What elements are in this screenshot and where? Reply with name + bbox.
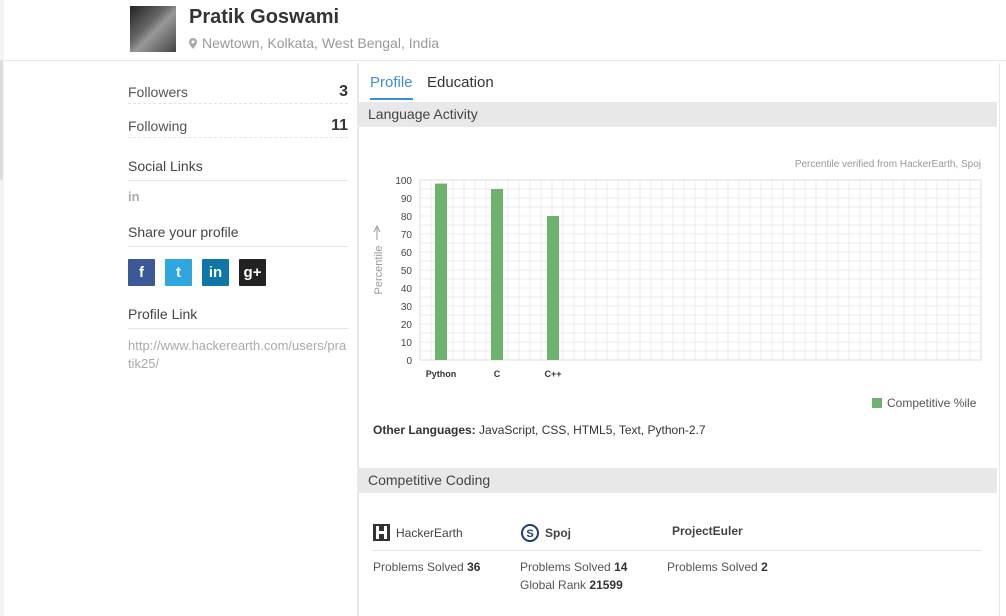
problems-count: 2 <box>761 560 768 574</box>
y-tick-label: 70 <box>401 230 413 241</box>
share-buttons: f t in g+ <box>128 259 348 286</box>
linkedin-icon[interactable]: in <box>202 259 229 286</box>
hackerearth-stats: Problems Solved 36 <box>373 558 480 576</box>
platform-name: HackerEarth <box>396 525 463 540</box>
linkedin-social-icon[interactable]: in <box>128 189 348 204</box>
avatar[interactable] <box>130 6 176 52</box>
rank-value: 21599 <box>589 578 623 592</box>
problems-count: 14 <box>614 560 628 574</box>
rank-label: Global Rank <box>520 578 587 592</box>
following-count: 11 <box>331 117 348 134</box>
tab-profile[interactable]: Profile <box>370 74 413 100</box>
share-profile-heading: Share your profile <box>128 224 348 247</box>
spoj-icon: S <box>521 524 539 542</box>
y-axis-arrow-icon <box>373 224 381 240</box>
platform-name: Spoj <box>545 526 571 540</box>
problems-count: 36 <box>467 560 481 574</box>
other-languages: Other Languages: JavaScript, CSS, HTML5,… <box>373 423 706 437</box>
chart-legend: Competitive %ile <box>872 396 976 410</box>
language-chart: 0 10 20 30 40 50 60 70 80 90 100 Percentile Python C C… <box>373 176 982 379</box>
followers-count: 3 <box>339 83 348 100</box>
language-activity-header: Language Activity <box>359 102 997 127</box>
profile-name: Pratik Goswami <box>189 6 340 28</box>
projecteuler-stats: Problems Solved 2 <box>667 558 768 576</box>
googleplus-icon[interactable]: g+ <box>239 259 266 286</box>
spoj-stats: Problems Solved 14 Global Rank 21599 <box>520 558 627 594</box>
facebook-icon[interactable]: f <box>128 259 155 286</box>
y-tick-label: 10 <box>401 338 413 349</box>
followers-label: Followers <box>128 84 188 100</box>
location-text: Newtown, Kolkata, West Bengal, India <box>202 35 440 51</box>
location-pin-icon <box>189 38 197 49</box>
left-edge-accent <box>0 60 3 180</box>
following-label: Following <box>128 118 188 134</box>
y-tick-label: 40 <box>401 284 413 295</box>
y-tick-label: 100 <box>395 176 412 187</box>
platform-spoj[interactable]: S Spoj <box>521 524 571 542</box>
other-languages-list: JavaScript, CSS, HTML5, Text, Python-2.7 <box>479 423 706 437</box>
svg-text:S: S <box>526 528 533 540</box>
profile-link-heading: Profile Link <box>128 306 348 329</box>
x-tick-label: C <box>494 369 501 379</box>
legend-swatch <box>872 398 882 408</box>
profile-tabs: Profile Education <box>370 74 504 100</box>
y-axis-label: Percentile <box>373 246 385 295</box>
legend-label: Competitive %ile <box>887 396 977 410</box>
problems-label: Problems Solved <box>667 560 758 574</box>
following-row[interactable]: Following 11 <box>128 104 348 138</box>
language-activity-title: Language Activity <box>368 106 478 122</box>
problems-label: Problems Solved <box>520 560 611 574</box>
divider <box>372 550 982 551</box>
platform-name: ProjectEuler <box>672 524 743 538</box>
y-tick-label: 80 <box>401 212 413 223</box>
y-tick-label: 50 <box>401 266 413 277</box>
y-tick-label: 30 <box>401 302 413 313</box>
x-tick-label: Python <box>426 369 457 379</box>
y-tick-label: 90 <box>401 194 413 205</box>
hackerearth-icon <box>373 524 390 541</box>
platform-hackerearth[interactable]: HackerEarth <box>373 524 463 541</box>
y-tick-label: 0 <box>406 356 412 367</box>
problems-label: Problems Solved <box>373 560 464 574</box>
bar <box>491 189 503 360</box>
competitive-coding-title: Competitive Coding <box>368 472 491 488</box>
bar <box>435 183 447 360</box>
social-links-heading: Social Links <box>128 158 348 181</box>
y-tick-label: 60 <box>401 248 413 259</box>
y-tick-label: 20 <box>401 320 413 331</box>
twitter-icon[interactable]: t <box>165 259 192 286</box>
profile-link[interactable]: http://www.hackerearth.com/users/pratik2… <box>128 337 348 373</box>
bar <box>547 216 559 360</box>
verified-note: Percentile verified from HackerEarth, Sp… <box>794 159 981 170</box>
platform-projecteuler[interactable]: ProjectEuler <box>672 524 743 538</box>
profile-location: Newtown, Kolkata, West Bengal, India <box>189 35 439 51</box>
tab-education[interactable]: Education <box>427 74 494 98</box>
other-languages-label: Other Languages: <box>373 423 476 437</box>
followers-row[interactable]: Followers 3 <box>128 70 348 104</box>
x-tick-label: C++ <box>544 369 561 379</box>
sidebar: Followers 3 Following 11 Social Links in… <box>128 70 348 373</box>
competitive-coding-header: Competitive Coding <box>359 468 997 493</box>
